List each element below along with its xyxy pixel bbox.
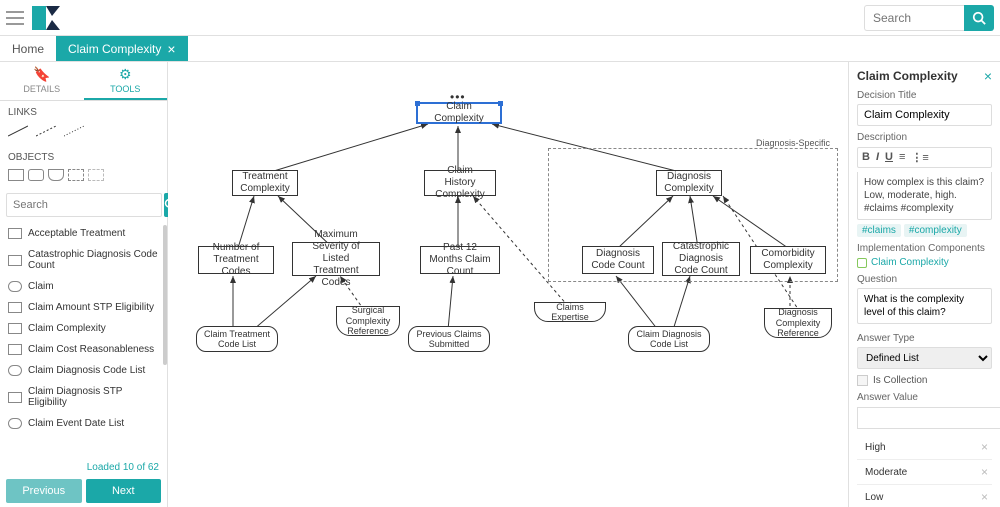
tab-tools[interactable]: ⚙ TOOLS xyxy=(84,62,168,100)
search-input[interactable] xyxy=(864,5,964,31)
menu-icon[interactable] xyxy=(6,11,24,25)
answer-type-label: Answer Type xyxy=(857,333,992,344)
node-menu-icon[interactable]: ••• xyxy=(450,90,466,104)
answer-option[interactable]: Moderate× xyxy=(857,460,992,485)
top-bar xyxy=(0,0,1000,36)
breadcrumb: Home Claim Complexity × xyxy=(0,36,1000,62)
node-diagnosis-code-count[interactable]: Diagnosis Code Count xyxy=(582,246,654,274)
link-dotted-icon[interactable] xyxy=(64,124,84,138)
question-label: Question xyxy=(857,274,992,285)
tags: #claims #complexity xyxy=(857,224,992,237)
list-item[interactable]: Claim Event Date List xyxy=(4,413,163,434)
decision-title-label: Decision Title xyxy=(857,90,992,101)
gear-icon: ⚙ xyxy=(84,66,168,83)
list-item[interactable]: Claim Complexity xyxy=(4,318,163,339)
question-input[interactable] xyxy=(857,288,992,324)
knowledge-diagnosis-reference[interactable]: Diagnosis Complexity Reference xyxy=(764,308,832,338)
answer-option[interactable]: Low× xyxy=(857,485,992,507)
is-collection-checkbox[interactable] xyxy=(857,375,868,386)
shape-round-icon[interactable] xyxy=(28,169,44,181)
knowledge-claims-expertise[interactable]: Claims Expertise xyxy=(534,302,606,322)
properties-panel: Claim Complexity × Decision Title Descri… xyxy=(848,62,1000,507)
bold-icon[interactable]: B xyxy=(862,151,870,164)
loaded-count: Loaded 10 of 62 xyxy=(0,460,167,475)
object-list: Acceptable Treatment Catastrophic Diagno… xyxy=(0,221,167,460)
breadcrumb-tab-active[interactable]: Claim Complexity × xyxy=(56,36,188,61)
node-max-severity[interactable]: Maximum Severity of Listed Treatment Cod… xyxy=(292,242,380,276)
answer-option[interactable]: High× xyxy=(857,435,992,460)
input-claim-diagnosis-code-list[interactable]: Claim Diagnosis Code List xyxy=(628,326,710,352)
list-item[interactable]: Claim Diagnosis STP Eligibility xyxy=(4,381,163,413)
remove-icon[interactable]: × xyxy=(981,440,988,454)
knowledge-surgical-reference[interactable]: Surgical Complexity Reference xyxy=(336,306,400,336)
impl-components-label: Implementation Components xyxy=(857,243,992,254)
close-icon[interactable]: × xyxy=(167,41,175,57)
number-list-icon[interactable]: ⋮≡ xyxy=(911,151,928,164)
description-value[interactable]: How complex is this claim? Low, moderate… xyxy=(857,172,992,220)
shape-dashed-icon[interactable] xyxy=(68,169,84,181)
node-claim-history-complexity[interactable]: Claim History Complexity xyxy=(424,170,496,196)
left-panel: 🔖 DETAILS ⚙ TOOLS LINKS OBJECTS xyxy=(0,62,168,507)
tag-chip[interactable]: #claims xyxy=(857,224,901,237)
previous-button[interactable]: Previous xyxy=(6,479,82,503)
tab-details-label: DETAILS xyxy=(23,84,60,94)
close-panel-icon[interactable]: × xyxy=(984,68,992,84)
impl-component-link[interactable]: Claim Complexity xyxy=(857,257,992,268)
node-treatment-complexity[interactable]: Treatment Complexity xyxy=(232,170,298,196)
scrollbar-thumb[interactable] xyxy=(163,225,167,365)
group-label: Diagnosis-Specific xyxy=(756,138,830,148)
is-collection-label: Is Collection xyxy=(873,375,927,386)
edges-layer xyxy=(168,62,848,507)
list-item[interactable]: Claim Diagnosis Code List xyxy=(4,360,163,381)
answer-add-input[interactable] xyxy=(857,407,1000,429)
node-number-treatment-codes[interactable]: Number of Treatment Codes xyxy=(198,246,274,274)
shape-rect-icon[interactable] xyxy=(8,169,24,181)
input-claim-treatment-code-list[interactable]: Claim Treatment Code List xyxy=(196,326,278,352)
list-item[interactable]: Catastrophic Diagnosis Code Count xyxy=(4,244,163,276)
objects-heading: OBJECTS xyxy=(0,146,167,167)
answer-type-select[interactable]: Defined List xyxy=(857,347,992,369)
breadcrumb-home[interactable]: Home xyxy=(0,36,56,61)
global-search xyxy=(864,5,994,31)
bookmark-icon: 🔖 xyxy=(0,66,84,83)
palette-search-input[interactable] xyxy=(6,193,162,217)
bullet-list-icon[interactable]: ≡ xyxy=(899,151,905,164)
italic-icon[interactable]: I xyxy=(876,151,879,164)
decision-title-input[interactable] xyxy=(857,104,992,126)
node-comorbidity-complexity[interactable]: Comorbidity Complexity xyxy=(750,246,826,274)
breadcrumb-tab-label: Claim Complexity xyxy=(68,42,161,56)
underline-icon[interactable]: U xyxy=(885,151,893,164)
link-solid-icon[interactable] xyxy=(8,124,28,138)
node-catastrophic-diag-count[interactable]: Catastrophic Diagnosis Code Count xyxy=(662,242,740,276)
panel-title: Claim Complexity xyxy=(857,69,958,83)
remove-icon[interactable]: × xyxy=(981,490,988,504)
list-item[interactable]: Acceptable Treatment xyxy=(4,223,163,244)
remove-icon[interactable]: × xyxy=(981,465,988,479)
list-item[interactable]: Claim Amount STP Eligibility xyxy=(4,297,163,318)
tab-tools-label: TOOLS xyxy=(110,84,140,94)
links-palette xyxy=(0,122,167,146)
input-previous-claims-submitted[interactable]: Previous Claims Submitted xyxy=(408,326,490,352)
rich-text-toolbar: B I U ≡ ⋮≡ xyxy=(857,147,992,168)
app-logo xyxy=(32,6,60,30)
node-past-12-months[interactable]: Past 12 Months Claim Count xyxy=(420,246,500,274)
next-button[interactable]: Next xyxy=(86,479,162,503)
list-item[interactable]: Claim xyxy=(4,276,163,297)
list-item[interactable]: Claim Cost Reasonableness xyxy=(4,339,163,360)
objects-palette xyxy=(0,167,167,189)
node-diagnosis-complexity[interactable]: Diagnosis Complexity xyxy=(656,170,722,196)
tag-chip[interactable]: #complexity xyxy=(904,224,967,237)
shape-know-icon[interactable] xyxy=(48,169,64,181)
links-heading: LINKS xyxy=(0,101,167,122)
node-claim-complexity[interactable]: Claim Complexity xyxy=(416,102,502,124)
diagram-canvas[interactable]: Claim Complexity ••• Diagnosis-Specific … xyxy=(168,62,848,507)
search-button[interactable] xyxy=(964,5,994,31)
component-icon xyxy=(857,258,867,268)
description-label: Description xyxy=(857,132,992,143)
tab-details[interactable]: 🔖 DETAILS xyxy=(0,62,84,100)
shape-dashed2-icon[interactable] xyxy=(88,169,104,181)
link-dashed-icon[interactable] xyxy=(36,124,56,138)
answer-value-label: Answer Value xyxy=(857,392,992,403)
